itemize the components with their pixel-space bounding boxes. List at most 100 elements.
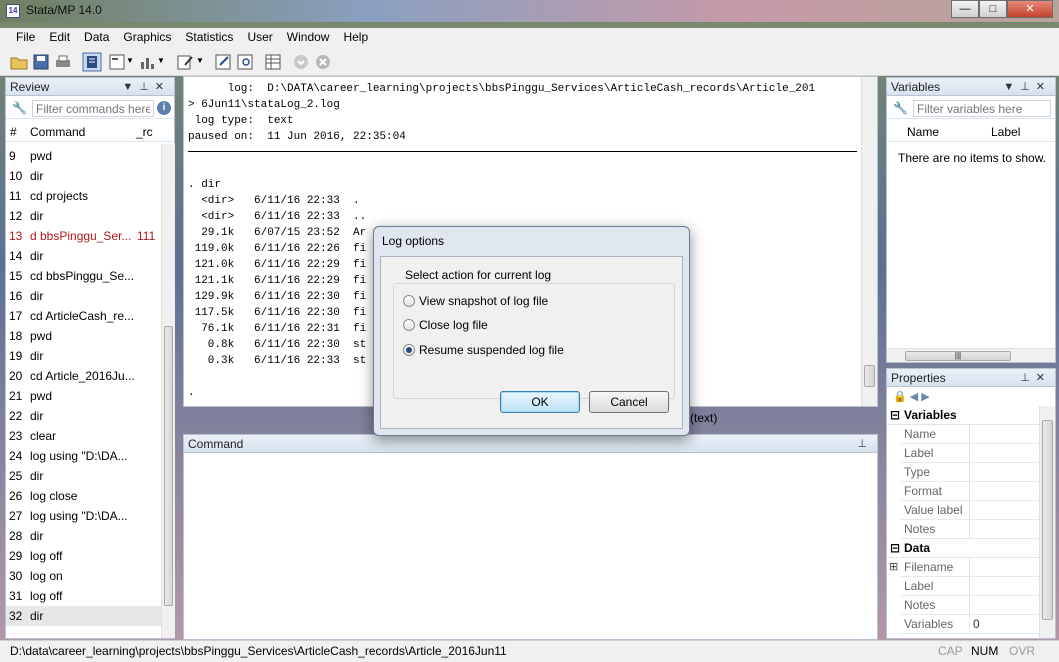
col-rc[interactable]: _rc (136, 125, 153, 139)
col-num[interactable]: # (10, 125, 17, 139)
expand-icon[interactable]: ⊞ (889, 560, 898, 573)
lock-icon[interactable]: 🔒 ◀ ▶ (893, 390, 930, 403)
property-row[interactable]: ⊞ Filename (889, 558, 1039, 577)
review-row[interactable]: 14 dir (6, 246, 166, 266)
variables-filter-input[interactable] (913, 100, 1051, 117)
command-panel-title: Command ⊥ (184, 435, 877, 453)
ok-button[interactable]: OK (500, 391, 580, 413)
review-row[interactable]: 25 dir (6, 466, 166, 486)
review-row[interactable]: 10 dir (6, 166, 166, 186)
menu-data[interactable]: Data (78, 28, 115, 48)
collapse-icon[interactable]: ⊟ (890, 541, 900, 555)
radio-view-snapshot[interactable]: View snapshot of log file (403, 294, 548, 308)
review-row[interactable]: 30 log on (6, 566, 166, 586)
property-row[interactable]: Notes (901, 520, 1039, 539)
props-section-data[interactable]: ⊟ Data (887, 539, 1039, 558)
property-value: 0 (973, 617, 980, 631)
property-row[interactable]: Label (901, 444, 1039, 463)
variables-hscrollbar[interactable]: ||| (887, 348, 1055, 362)
radio-button-selected-icon[interactable] (403, 344, 415, 356)
do-file-editor-icon[interactable] (176, 53, 194, 71)
property-row[interactable]: Variables 0 (901, 615, 1039, 634)
data-editor-edit-icon[interactable] (214, 53, 232, 71)
menu-graphics[interactable]: Graphics (117, 28, 177, 48)
close-window-button[interactable]: ✕ (1007, 0, 1053, 18)
review-row[interactable]: 19 dir (6, 346, 166, 366)
properties-scrollbar[interactable] (1039, 406, 1055, 638)
properties-panel-tools[interactable]: ⊥✕ (1020, 369, 1051, 387)
review-row[interactable]: 23 clear (6, 426, 166, 446)
graph-dropdown-icon[interactable]: ▼ (157, 56, 165, 65)
col-command[interactable]: Command (30, 125, 85, 139)
log-icon[interactable] (82, 52, 102, 72)
review-row[interactable]: 24 log using "D:\DA... (6, 446, 166, 466)
menu-window[interactable]: Window (281, 28, 336, 48)
props-section-variables[interactable]: ⊟ Variables (887, 406, 1039, 425)
review-filter-input[interactable] (32, 100, 154, 117)
viewer-dropdown-icon[interactable]: ▼ (126, 56, 134, 65)
radio-close-log[interactable]: Close log file (403, 318, 488, 332)
break-icon[interactable] (314, 53, 332, 71)
review-row[interactable]: 21 pwd (6, 386, 166, 406)
print-icon[interactable] (54, 53, 72, 71)
variables-panel-tools[interactable]: ▼⊥✕ (1003, 78, 1051, 96)
more-icon[interactable] (292, 53, 310, 71)
radio-button-icon[interactable] (403, 295, 415, 307)
review-row-num: 17 (9, 309, 23, 323)
review-row[interactable]: 15 cd bbsPinggu_Se... (6, 266, 166, 286)
editor-dropdown-icon[interactable]: ▼ (196, 56, 204, 65)
properties-scroll-thumb[interactable] (1042, 420, 1053, 620)
review-row[interactable]: 17 cd ArticleCash_re... (6, 306, 166, 326)
review-row[interactable]: 32 dir (6, 606, 166, 626)
maximize-button[interactable]: □ (979, 0, 1007, 18)
menu-user[interactable]: User (241, 28, 278, 48)
property-row[interactable]: Name (901, 425, 1039, 444)
radio-button-icon[interactable] (403, 319, 415, 331)
menu-statistics[interactable]: Statistics (179, 28, 239, 48)
review-row[interactable]: 16 dir (6, 286, 166, 306)
data-editor-browse-icon[interactable] (236, 53, 254, 71)
results-scrollbar[interactable] (861, 77, 877, 406)
minimize-button[interactable]: — (951, 0, 979, 18)
wrench-icon[interactable]: 🔧 (893, 101, 908, 115)
review-row[interactable]: 22 dir (6, 406, 166, 426)
menu-edit[interactable]: Edit (43, 28, 76, 48)
variables-manager-icon[interactable] (264, 53, 282, 71)
menu-file[interactable]: File (10, 28, 41, 48)
variables-hscroll-thumb[interactable]: ||| (905, 351, 1011, 361)
review-panel-tools[interactable]: ▼⊥✕ (122, 78, 170, 96)
wrench-icon[interactable]: 🔧 (12, 101, 27, 115)
open-folder-icon[interactable] (10, 53, 28, 71)
collapse-icon[interactable]: ⊟ (890, 408, 900, 422)
review-row[interactable]: 27 log using "D:\DA... (6, 506, 166, 526)
col-name[interactable]: Name (907, 125, 939, 139)
review-row[interactable]: 31 log off (6, 586, 166, 606)
review-scroll-thumb[interactable] (164, 326, 173, 606)
property-row[interactable]: Value label (901, 501, 1039, 520)
property-row[interactable]: Notes (901, 596, 1039, 615)
property-row[interactable]: Type (901, 463, 1039, 482)
review-scrollbar[interactable] (161, 144, 175, 638)
viewer-icon[interactable] (108, 53, 126, 71)
review-row[interactable]: 26 log close (6, 486, 166, 506)
info-icon[interactable]: i (157, 101, 171, 115)
review-row[interactable]: 13 d bbsPinggu_Ser... 111 (6, 226, 166, 246)
col-label[interactable]: Label (991, 125, 1020, 139)
radio-resume-log[interactable]: Resume suspended log file (403, 343, 564, 357)
command-pin-icon[interactable]: ⊥ (857, 435, 873, 453)
review-row[interactable]: 29 log off (6, 546, 166, 566)
cancel-button[interactable]: Cancel (589, 391, 669, 413)
review-row[interactable]: 12 dir (6, 206, 166, 226)
command-window[interactable]: Command ⊥ (183, 434, 878, 640)
results-scroll-thumb[interactable] (864, 365, 875, 387)
menu-help[interactable]: Help (337, 28, 374, 48)
review-row[interactable]: 9 pwd (6, 146, 166, 166)
graph-icon[interactable] (138, 53, 156, 71)
save-icon[interactable] (32, 53, 50, 71)
review-row[interactable]: 11 cd projects (6, 186, 166, 206)
property-row[interactable]: Label (901, 577, 1039, 596)
review-row[interactable]: 18 pwd (6, 326, 166, 346)
review-row[interactable]: 28 dir (6, 526, 166, 546)
review-row[interactable]: 20 cd Article_2016Ju... (6, 366, 166, 386)
property-row[interactable]: Format (901, 482, 1039, 501)
